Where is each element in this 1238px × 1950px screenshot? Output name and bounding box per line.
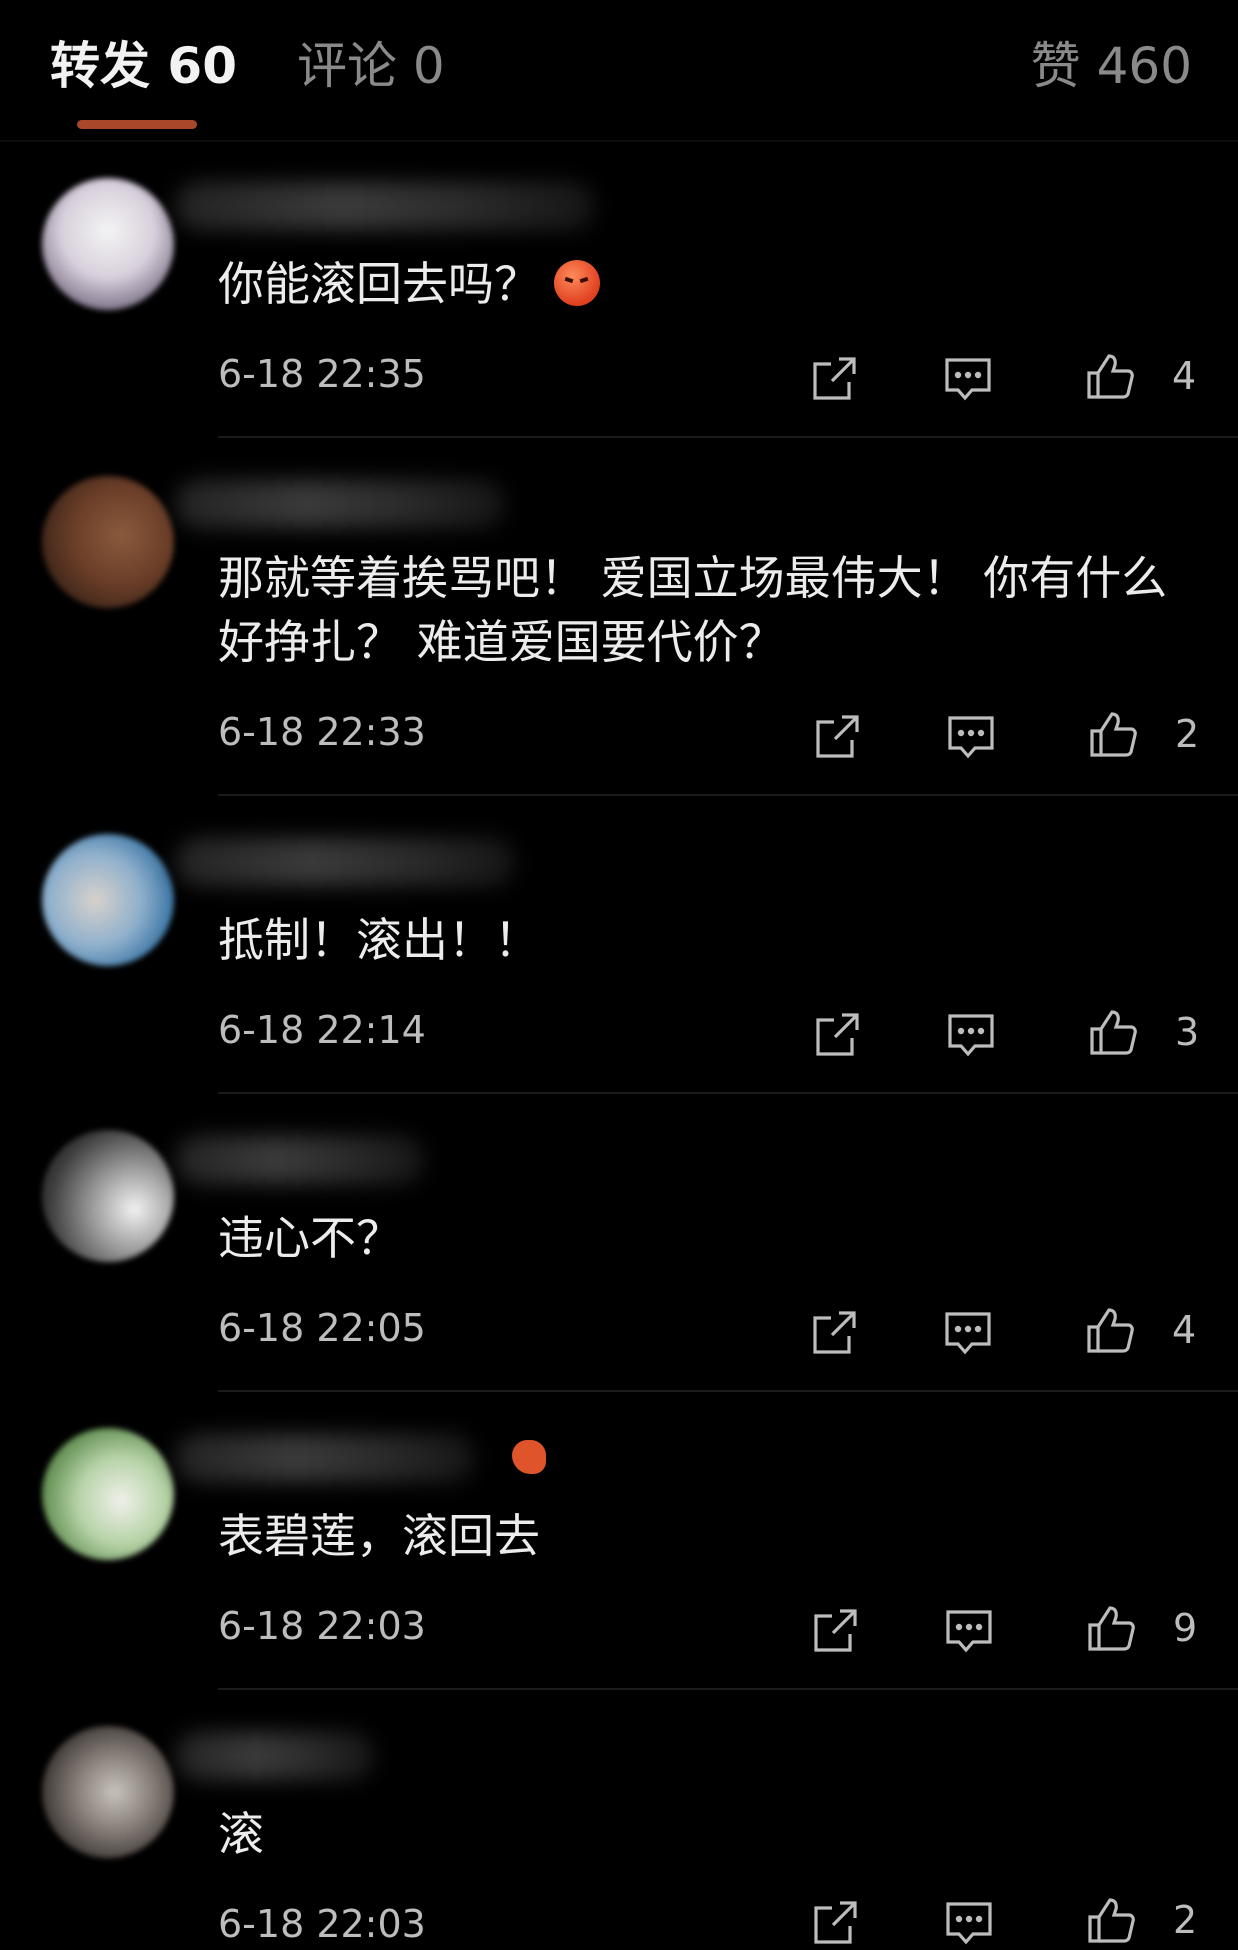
- comment-item: 违心不？ 6-18 22:05 4: [0, 1096, 1238, 1392]
- like-count: 4: [1172, 1308, 1197, 1352]
- like-count: 9: [1173, 1606, 1198, 1650]
- comment-item: 抵制！滚出！！ 6-18 22:14 3: [0, 798, 1238, 1094]
- tab-repost[interactable]: 转发 60: [50, 36, 237, 96]
- comment-divider: [218, 1390, 1238, 1392]
- comment-item: 表碧莲，滚回去 6-18 22:03 9: [0, 1394, 1238, 1690]
- like-icon[interactable]: [1086, 1896, 1136, 1946]
- share-icon[interactable]: [812, 1010, 862, 1060]
- comment-time: 6-18 22:03: [218, 1604, 426, 1648]
- avatar[interactable]: [42, 1428, 174, 1560]
- like-icon[interactable]: [1086, 1604, 1136, 1654]
- reply-icon[interactable]: [946, 1010, 996, 1060]
- like-count: 4: [1172, 354, 1197, 398]
- comment-divider: [218, 794, 1238, 796]
- avatar[interactable]: [42, 1130, 174, 1262]
- reply-icon[interactable]: [944, 1898, 994, 1948]
- comment-time: 6-18 22:35: [218, 352, 426, 396]
- like-count: 2: [1173, 1898, 1198, 1942]
- like-icon[interactable]: [1085, 352, 1135, 402]
- share-icon[interactable]: [809, 354, 859, 404]
- comment-text: 违心不？: [218, 1211, 402, 1265]
- angry-face-emoji: [554, 260, 600, 306]
- username-blurred[interactable]: [175, 838, 515, 886]
- username-blurred[interactable]: [175, 182, 595, 230]
- comment-item: 那就等着挨骂吧！ 爱国立场最伟大！ 你有什么好挣扎？ 难道爱国要代价？ 6-18…: [0, 440, 1238, 796]
- comment-item: 滚 6-18 22:03 2: [0, 1692, 1238, 1950]
- share-icon[interactable]: [809, 1308, 859, 1358]
- comment-text: 你能滚回去吗？: [218, 252, 1198, 316]
- comment-time: 6-18 22:14: [218, 1008, 426, 1052]
- username-blurred[interactable]: [175, 1434, 475, 1482]
- like-count: 2: [1175, 712, 1200, 756]
- koi-badge-icon: [512, 1440, 546, 1474]
- comment-time: 6-18 22:03: [218, 1902, 426, 1946]
- avatar[interactable]: [42, 476, 174, 608]
- comment-time: 6-18 22:05: [218, 1306, 426, 1350]
- comment-text: 滚: [218, 1807, 264, 1861]
- comment-text: 抵制！滚出！！: [218, 913, 540, 967]
- like-icon[interactable]: [1085, 1306, 1135, 1356]
- share-icon[interactable]: [810, 1606, 860, 1656]
- tab-comment[interactable]: 评论 0: [297, 36, 445, 96]
- username-blurred[interactable]: [175, 480, 505, 528]
- reply-icon[interactable]: [944, 1606, 994, 1656]
- comment-divider: [218, 1092, 1238, 1094]
- username-blurred[interactable]: [175, 1732, 375, 1780]
- username-blurred[interactable]: [175, 1136, 425, 1184]
- avatar[interactable]: [42, 1726, 174, 1858]
- reply-icon[interactable]: [943, 1308, 993, 1358]
- tab-like[interactable]: 赞 460: [1031, 36, 1192, 96]
- reply-icon[interactable]: [946, 712, 996, 762]
- like-count: 3: [1175, 1010, 1200, 1054]
- comment-item: 你能滚回去吗？ 6-18 22:35 4: [0, 142, 1238, 438]
- avatar[interactable]: [42, 178, 174, 310]
- avatar[interactable]: [42, 834, 174, 966]
- comment-text: 表碧莲，滚回去: [218, 1509, 540, 1563]
- like-icon[interactable]: [1088, 710, 1138, 760]
- share-icon[interactable]: [812, 712, 862, 762]
- like-icon[interactable]: [1088, 1008, 1138, 1058]
- reply-icon[interactable]: [943, 354, 993, 404]
- comment-text: 那就等着挨骂吧！ 爱国立场最伟大！ 你有什么好挣扎？ 难道爱国要代价？: [218, 551, 1168, 669]
- comment-divider: [218, 1688, 1238, 1690]
- comment-divider: [218, 436, 1238, 438]
- tab-bar: 转发 60 评论 0 赞 460: [0, 0, 1238, 140]
- active-tab-indicator: [77, 120, 197, 129]
- comment-time: 6-18 22:33: [218, 710, 426, 754]
- share-icon[interactable]: [810, 1898, 860, 1948]
